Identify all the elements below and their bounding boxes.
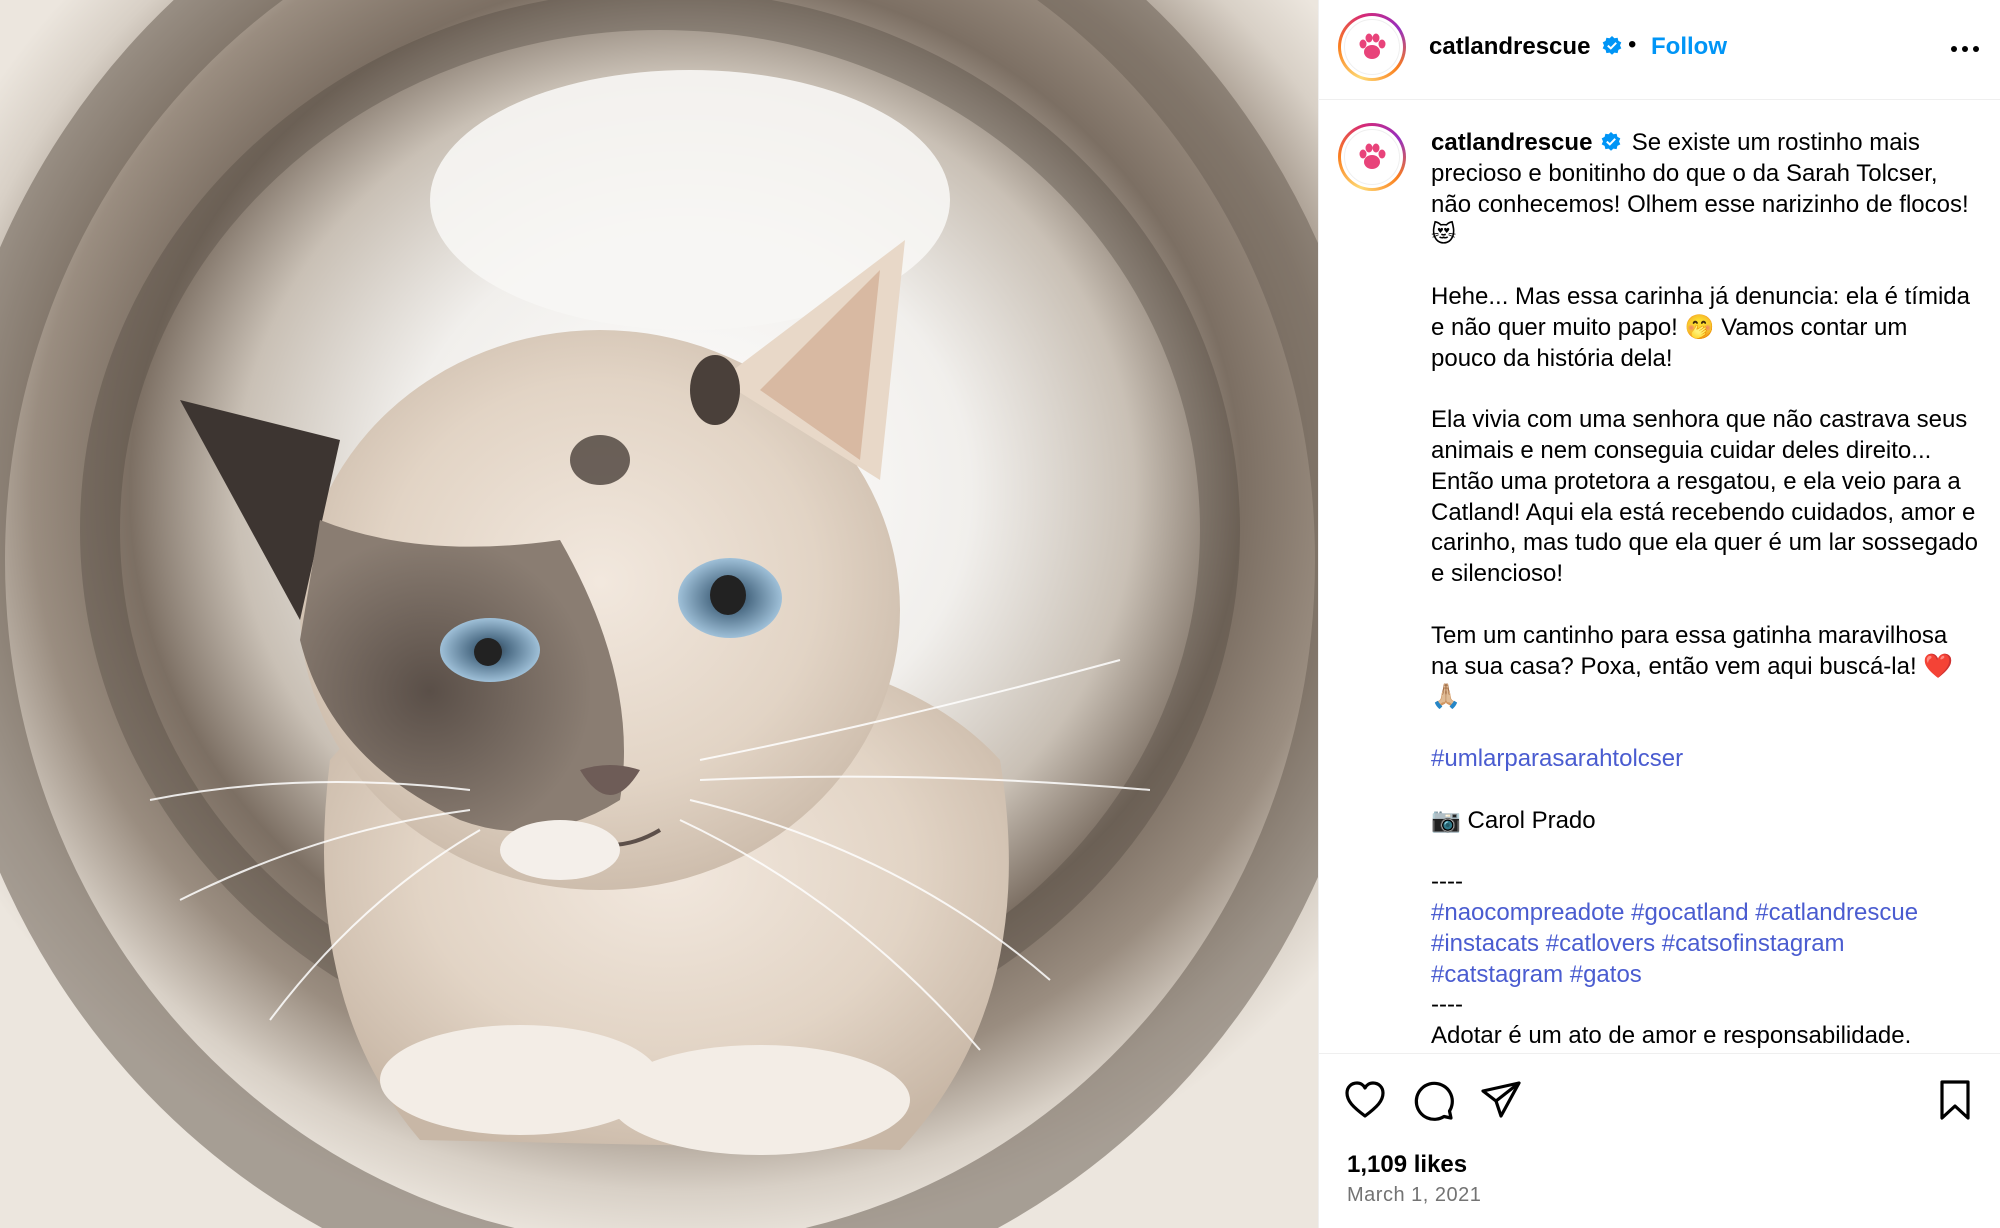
separator-dot: • <box>1628 31 1637 58</box>
caption-area: catlandrescue Se existe um rostinho mais… <box>1319 100 2000 1053</box>
caption-paragraph-2: Hehe... Mas essa carinha já denuncia: el… <box>1431 282 1970 372</box>
paw-icon <box>1359 33 1386 59</box>
likes-count[interactable]: 1,109 likes <box>1347 1151 1467 1179</box>
post-date[interactable]: March 1, 2021 <box>1347 1184 1481 1207</box>
photo-credit: 📷 Carol Prado <box>1431 806 1596 834</box>
hashtag-list: #naocompreadote #gocatland #catlandrescu… <box>1431 898 1979 990</box>
caption-username[interactable]: catlandrescue <box>1431 129 1592 156</box>
hashtag-link[interactable]: #naocompreadote <box>1431 899 1624 926</box>
post-photo[interactable] <box>0 0 1318 1228</box>
paw-icon <box>1359 143 1386 169</box>
verified-icon <box>1602 36 1622 55</box>
hashtag-link[interactable]: #instacats <box>1431 930 1539 957</box>
username[interactable]: catlandrescue <box>1429 33 1590 61</box>
caption-paragraph-3: Ela vivia com uma senhora que não castra… <box>1431 406 1978 588</box>
hashtag-link[interactable]: #gatos <box>1570 961 1642 988</box>
follow-button[interactable]: Follow <box>1651 33 1727 61</box>
avatar[interactable] <box>1338 13 1406 81</box>
divider-text: ---- <box>1431 868 1463 896</box>
divider-text: ---- <box>1431 991 1463 1019</box>
verified-icon <box>1601 131 1621 151</box>
more-icon[interactable] <box>1945 34 1985 64</box>
hashtag-link[interactable]: #gocatland <box>1631 899 1748 926</box>
bookmark-icon[interactable] <box>1933 1078 1977 1122</box>
caption-closing: Adotar é um ato de amor e responsabilida… <box>1431 1022 1912 1050</box>
cat-photo-illustration <box>0 0 1318 1228</box>
hashtag-link[interactable]: #umlarparasarahtolcser <box>1431 745 1683 772</box>
hashtag-link[interactable]: #catsofinstagram <box>1662 930 1845 957</box>
heart-icon[interactable] <box>1343 1078 1387 1122</box>
hashtag-link[interactable]: #catstagram <box>1431 961 1563 988</box>
hashtag-link[interactable]: #catlandrescue <box>1755 899 1918 926</box>
caption-text: catlandrescue Se existe um rostinho mais… <box>1431 128 1979 1052</box>
comment-icon[interactable] <box>1411 1078 1455 1122</box>
caption-paragraph-4: Tem um cantinho para essa gatinha maravi… <box>1431 621 1954 711</box>
post-header: catlandrescue • Follow <box>1319 0 2000 100</box>
hashtag-link[interactable]: #catlovers <box>1546 930 1655 957</box>
action-bar: 1,109 likes March 1, 2021 <box>1319 1053 2000 1228</box>
share-icon[interactable] <box>1479 1078 1523 1122</box>
post-details-panel: catlandrescue • Follow catlandrescue Se … <box>1318 0 2000 1228</box>
caption-avatar[interactable] <box>1338 123 1406 191</box>
